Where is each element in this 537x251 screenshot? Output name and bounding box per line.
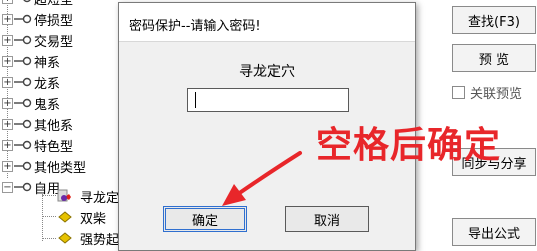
tree-node-label: 停损型 xyxy=(34,14,74,29)
tree-node-label: 特色型 xyxy=(34,140,74,155)
password-input[interactable] xyxy=(187,88,349,112)
key-icon xyxy=(14,119,32,129)
tree-node[interactable]: + 龙系 xyxy=(0,72,110,92)
key-icon xyxy=(14,98,32,108)
tree-node-label: 鬼系 xyxy=(34,98,61,113)
tree-guide-line xyxy=(42,216,56,217)
tree-node-label: 其他系 xyxy=(34,119,74,134)
key-icon xyxy=(14,77,32,87)
export-formula-button[interactable]: 导出公式 xyxy=(452,218,536,246)
tree-guide-line xyxy=(42,195,56,196)
checkbox-box[interactable] xyxy=(452,85,465,99)
key-icon xyxy=(14,140,32,150)
ok-button[interactable]: 确定 xyxy=(163,206,247,232)
tree-node[interactable]: + 其他系 xyxy=(0,114,110,134)
tree-node-label: 其他类型 xyxy=(34,161,87,176)
cancel-button[interactable]: 取消 xyxy=(285,206,369,232)
linked-preview-checkbox[interactable]: 关联预览 xyxy=(452,82,522,102)
expand-icon[interactable]: + xyxy=(2,161,13,172)
tree-node[interactable]: + 超短型 xyxy=(0,0,110,8)
key-icon xyxy=(23,0,31,3)
expand-icon[interactable]: + xyxy=(2,0,13,4)
tree-guide-line xyxy=(42,238,56,239)
formula-lock-icon xyxy=(57,189,71,202)
key-icon xyxy=(14,182,32,192)
expand-icon[interactable]: + xyxy=(2,98,13,109)
formula-icon xyxy=(58,232,72,244)
tree-node[interactable]: + 其他类型 xyxy=(0,156,110,176)
expand-icon[interactable]: + xyxy=(2,119,13,130)
find-button[interactable]: 查找(F3) xyxy=(452,6,536,34)
annotation-text: 空格后确定 xyxy=(316,125,502,166)
expand-icon[interactable]: + xyxy=(2,140,13,151)
tree-leaf-label: 双柴 xyxy=(80,212,107,227)
dialog-title: 密码保护--请输入密码! xyxy=(129,19,261,34)
expand-icon[interactable]: + xyxy=(2,56,13,67)
text-caret xyxy=(195,92,196,108)
tree-node-label: 龙系 xyxy=(34,77,61,92)
tree-node-label: 神系 xyxy=(34,56,61,71)
collapse-icon[interactable]: − xyxy=(2,182,13,193)
tree-leaf-label: 寻龙定 xyxy=(80,191,120,206)
expand-icon[interactable]: + xyxy=(2,14,13,25)
expand-icon[interactable]: + xyxy=(2,35,13,46)
tree-node[interactable]: + 交易型 xyxy=(0,30,110,50)
tree-node[interactable]: + 停损型 xyxy=(0,9,110,29)
tree-node-label: 交易型 xyxy=(34,35,74,50)
preview-button[interactable]: 预 览 xyxy=(452,44,536,72)
linked-preview-label: 关联预览 xyxy=(470,86,523,102)
tree-node[interactable]: + 鬼系 xyxy=(0,93,110,113)
dialog-titlebar[interactable]: 密码保护--请输入密码! xyxy=(119,3,415,42)
key-icon xyxy=(14,161,32,171)
formula-icon xyxy=(58,211,72,223)
tree-node-label: 超短型 xyxy=(34,0,74,8)
key-icon xyxy=(14,56,32,66)
dialog-prompt: 寻龙定穴 xyxy=(239,64,295,80)
key-icon xyxy=(14,35,32,45)
tree-node[interactable]: + 神系 xyxy=(0,51,110,71)
expand-icon[interactable]: + xyxy=(2,77,13,88)
tree-node[interactable]: + 特色型 xyxy=(0,135,110,155)
key-icon xyxy=(14,14,32,24)
